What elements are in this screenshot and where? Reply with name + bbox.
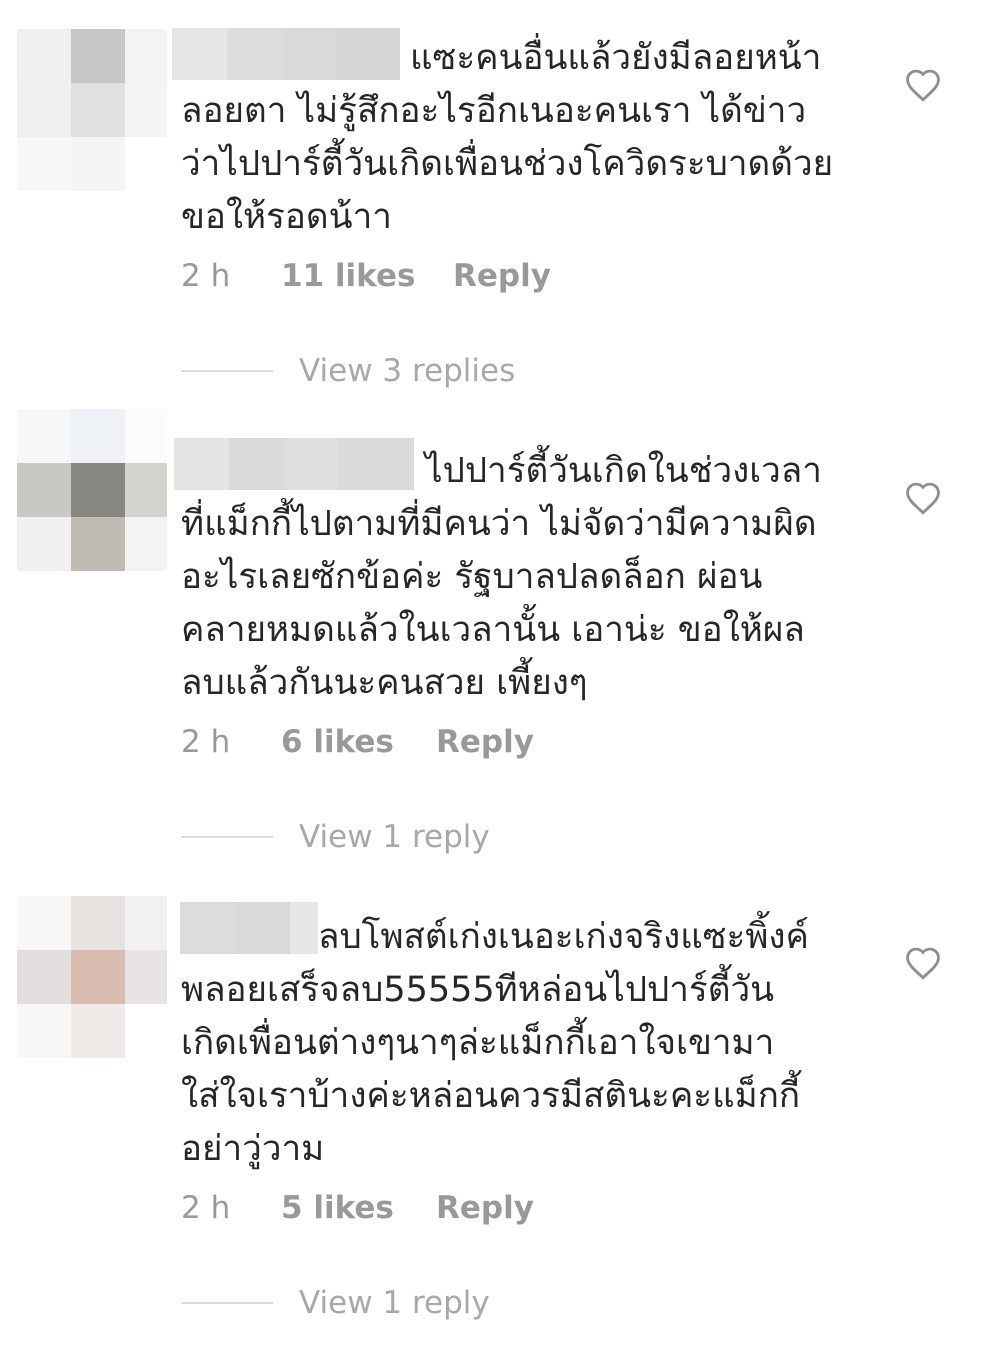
comment-meta: 2 h 11 likes Reply	[181, 256, 551, 296]
heart-outline-icon[interactable]	[904, 946, 942, 980]
view-replies-button[interactable]: View 1 reply	[181, 1283, 490, 1323]
divider-line	[181, 1302, 273, 1304]
comment-text: ลบโพสต์เก่งเนอะเก่งจริงแซะพิ้งค์ พลอยเสร…	[181, 917, 809, 1169]
reply-button[interactable]: Reply	[436, 1190, 534, 1226]
comment-time: 2 h	[181, 258, 231, 294]
comment-likes[interactable]: 11 likes	[281, 258, 453, 294]
divider-line	[181, 370, 273, 372]
comment-text: ไปปาร์ตี้วันเกิดในช่วงเวลา ที่แม็กกี้ไปต…	[181, 451, 822, 703]
comment-text: แซะคนอื่นแล้วยังมีลอยหน้า ลอยตา ไม่รู้สึ…	[181, 38, 834, 237]
divider-line	[181, 836, 273, 838]
avatar[interactable]	[17, 29, 167, 191]
heart-outline-icon[interactable]	[904, 68, 942, 102]
view-replies-label: View 1 reply	[299, 1285, 490, 1321]
avatar[interactable]	[17, 896, 167, 1058]
comment-likes[interactable]: 6 likes	[281, 724, 436, 760]
view-replies-label: View 1 reply	[299, 819, 490, 855]
comment-meta: 2 h 5 likes Reply	[181, 1188, 534, 1228]
view-replies-button[interactable]: View 3 replies	[181, 351, 515, 391]
view-replies-label: View 3 replies	[299, 353, 516, 389]
comment-likes[interactable]: 5 likes	[281, 1190, 436, 1226]
comment-time: 2 h	[181, 1190, 231, 1226]
comment-time: 2 h	[181, 724, 231, 760]
comment-meta: 2 h 6 likes Reply	[181, 722, 534, 762]
avatar[interactable]	[17, 409, 167, 571]
heart-outline-icon[interactable]	[904, 481, 942, 515]
reply-button[interactable]: Reply	[436, 724, 534, 760]
view-replies-button[interactable]: View 1 reply	[181, 817, 490, 857]
reply-button[interactable]: Reply	[453, 258, 551, 294]
